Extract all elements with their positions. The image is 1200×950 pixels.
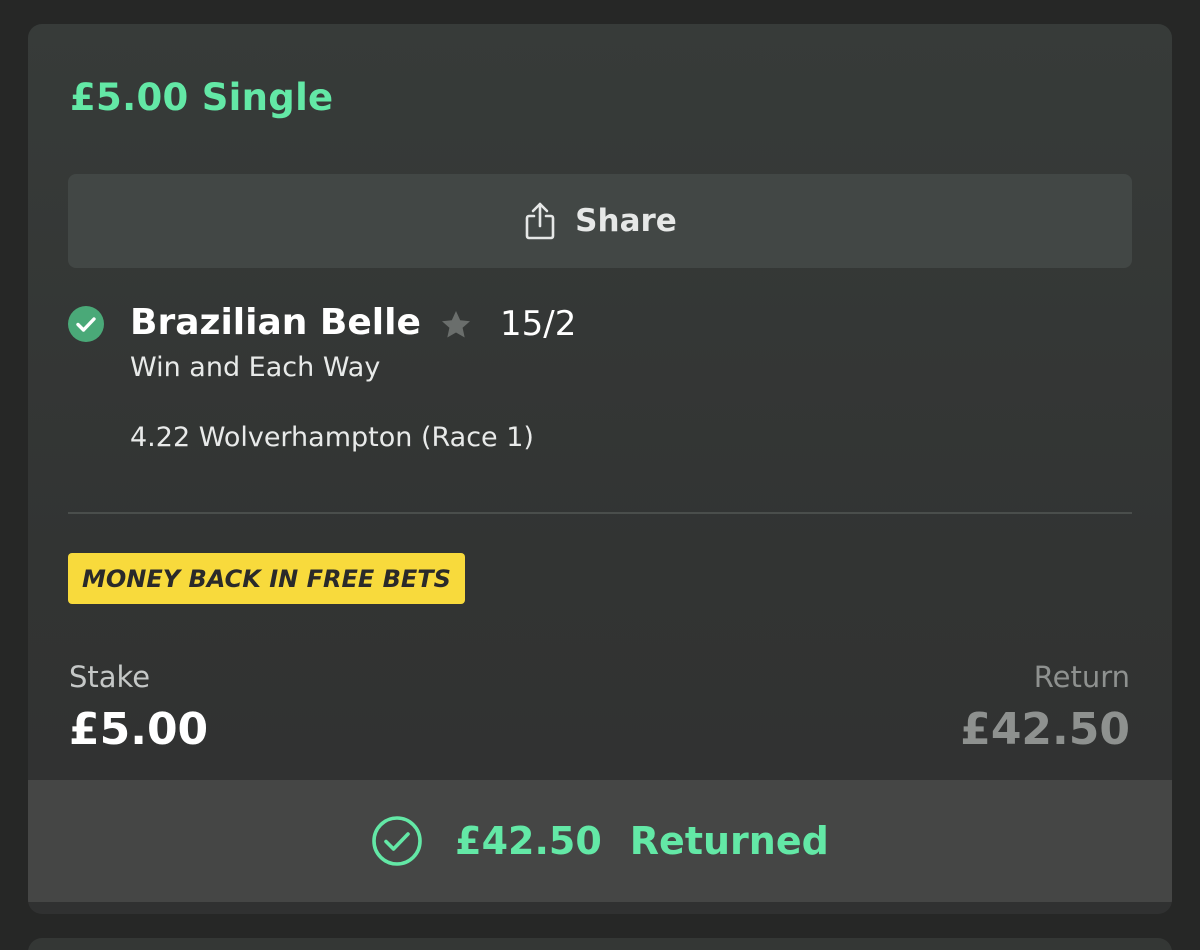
check-circle-outline-icon — [372, 816, 422, 866]
returned-status: Returned — [629, 819, 829, 863]
promo-badge-text: MONEY BACK IN FREE BETS — [82, 564, 451, 593]
stake-label: Stake — [69, 660, 151, 694]
selection-name: Brazilian Belle — [130, 302, 421, 343]
bet-title: £5.00 Single — [70, 76, 334, 119]
selection-odds: 15/2 — [500, 304, 577, 344]
share-button[interactable]: Share — [68, 174, 1132, 268]
return-label: Return — [1033, 660, 1130, 694]
stake-value: £5.00 — [69, 704, 209, 755]
promo-badge: MONEY BACK IN FREE BETS — [68, 553, 465, 604]
bet-card: £5.00 Single Share Brazilian Belle 15/2 … — [28, 24, 1172, 914]
returned-amount: £42.50 — [455, 819, 602, 863]
share-icon — [525, 202, 555, 240]
divider — [68, 512, 1132, 514]
market-name: Win and Each Way — [130, 352, 381, 383]
next-bet-card — [28, 938, 1172, 950]
settlement-banner: £42.50 Returned — [28, 780, 1172, 902]
bet-history-page: £5.00 Single Share Brazilian Belle 15/2 … — [0, 0, 1200, 950]
return-value: £42.50 — [960, 704, 1130, 755]
star-icon[interactable] — [440, 309, 472, 341]
check-circle-icon — [68, 306, 104, 342]
event-name: 4.22 Wolverhampton (Race 1) — [130, 422, 534, 453]
share-label: Share — [575, 203, 677, 239]
